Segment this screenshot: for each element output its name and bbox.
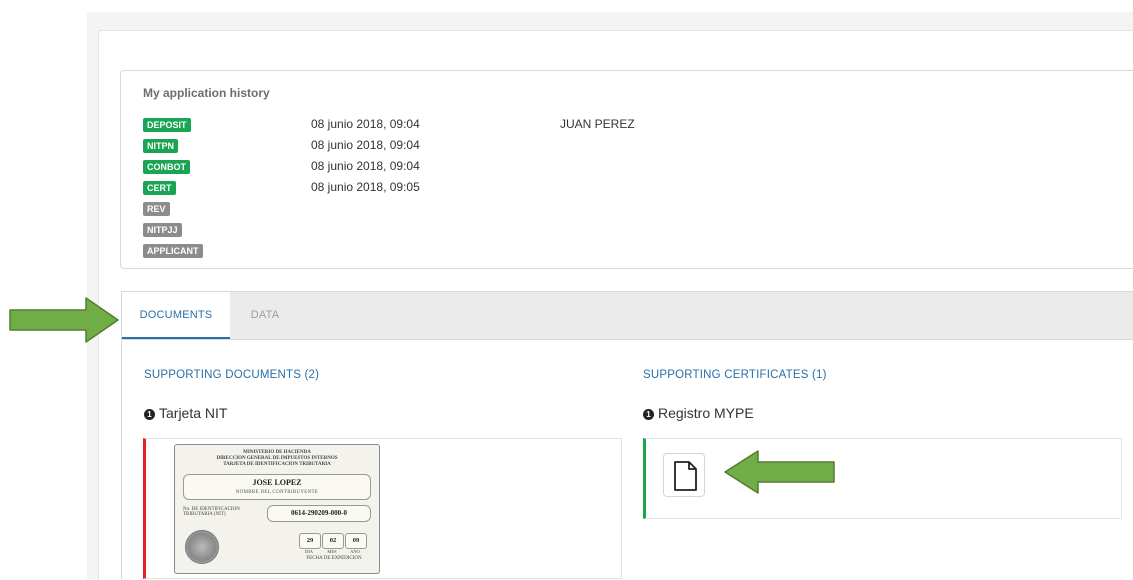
tab-data[interactable]: DATA: [230, 292, 300, 339]
arrow-left-icon: [724, 450, 835, 494]
id-card-holder-label: NOMBRE DEL CONTRIBUYENTE: [235, 490, 319, 495]
id-card-name-box: JOSE LOPEZ NOMBRE DEL CONTRIBUYENTE: [183, 474, 371, 500]
supporting-certificates-title: SUPPORTING CERTIFICATES (1): [643, 369, 827, 381]
id-card-month: 02: [322, 533, 344, 549]
arrow-right-icon: [9, 297, 119, 343]
id-card-month-label: MES: [327, 549, 337, 554]
status-badge: DEPOSIT: [143, 118, 191, 132]
id-card-date-label: FECHA DE EXPEDICION: [306, 556, 362, 561]
file-icon: [674, 461, 697, 491]
tab-documents[interactable]: DOCUMENTS: [122, 292, 230, 339]
file-icon[interactable]: [663, 453, 705, 497]
id-card-header: TARJETA DE IDENTIFICACION TRIBUTARIA: [223, 462, 331, 467]
id-card-nit-number: 0614-290209-000-0: [291, 509, 347, 517]
supporting-documents-title: SUPPORTING DOCUMENTS (2): [144, 369, 320, 381]
id-card-year: 09: [345, 533, 367, 549]
seal-icon: [185, 530, 219, 564]
certificate-name: 1 Registro MYPE: [643, 405, 754, 421]
status-badge: NITPN: [143, 139, 178, 153]
document-preview-tarjeta-nit[interactable]: MINISTERIO DE HACIENDA DIRECCION GENERAL…: [143, 438, 622, 579]
id-card-header: MINISTERIO DE HACIENDA: [243, 450, 311, 455]
certificate-preview-registro-mype: [643, 438, 1122, 519]
history-user: JUAN PEREZ: [560, 117, 635, 131]
history-date: 08 junio 2018, 09:04: [311, 159, 420, 173]
id-card-day: 29: [299, 533, 321, 549]
id-card-header: DIRECCION GENERAL DE IMPUESTOS INTERNOS: [216, 456, 338, 461]
id-card-year-label: AÑO: [350, 549, 360, 554]
status-badge: APPLICANT: [143, 244, 203, 258]
application-history-panel: My application history DEPOSIT 08 junio …: [120, 70, 1133, 269]
certificate-name-label: Registro MYPE: [658, 405, 754, 421]
id-card-nit-label: No. DE IDENTIFICACION TRIBUTARIA (NIT): [183, 507, 240, 517]
tabs-container: DOCUMENTS DATA SUPPORTING DOCUMENTS (2) …: [121, 291, 1133, 579]
tab-bar: DOCUMENTS DATA: [122, 292, 1133, 340]
history-date: 08 junio 2018, 09:05: [311, 180, 420, 194]
id-card-nit-box: 0614-290209-000-0: [267, 505, 371, 522]
id-card-holder-name: JOSE LOPEZ: [252, 478, 302, 487]
number-circle-icon: 1: [643, 409, 654, 420]
history-date: 08 junio 2018, 09:04: [311, 138, 420, 152]
history-date: 08 junio 2018, 09:04: [311, 117, 420, 131]
id-card-thumbnail[interactable]: MINISTERIO DE HACIENDA DIRECCION GENERAL…: [174, 444, 380, 574]
status-badge: REV: [143, 202, 170, 216]
document-name-label: Tarjeta NIT: [159, 405, 228, 421]
history-title: My application history: [143, 86, 270, 100]
status-badge: CONBOT: [143, 160, 190, 174]
status-badge: NITPJJ: [143, 223, 182, 237]
id-card-day-label: DIA: [305, 549, 313, 554]
number-circle-icon: 1: [144, 409, 155, 420]
status-badge: CERT: [143, 181, 176, 195]
document-name: 1 Tarjeta NIT: [144, 405, 227, 421]
